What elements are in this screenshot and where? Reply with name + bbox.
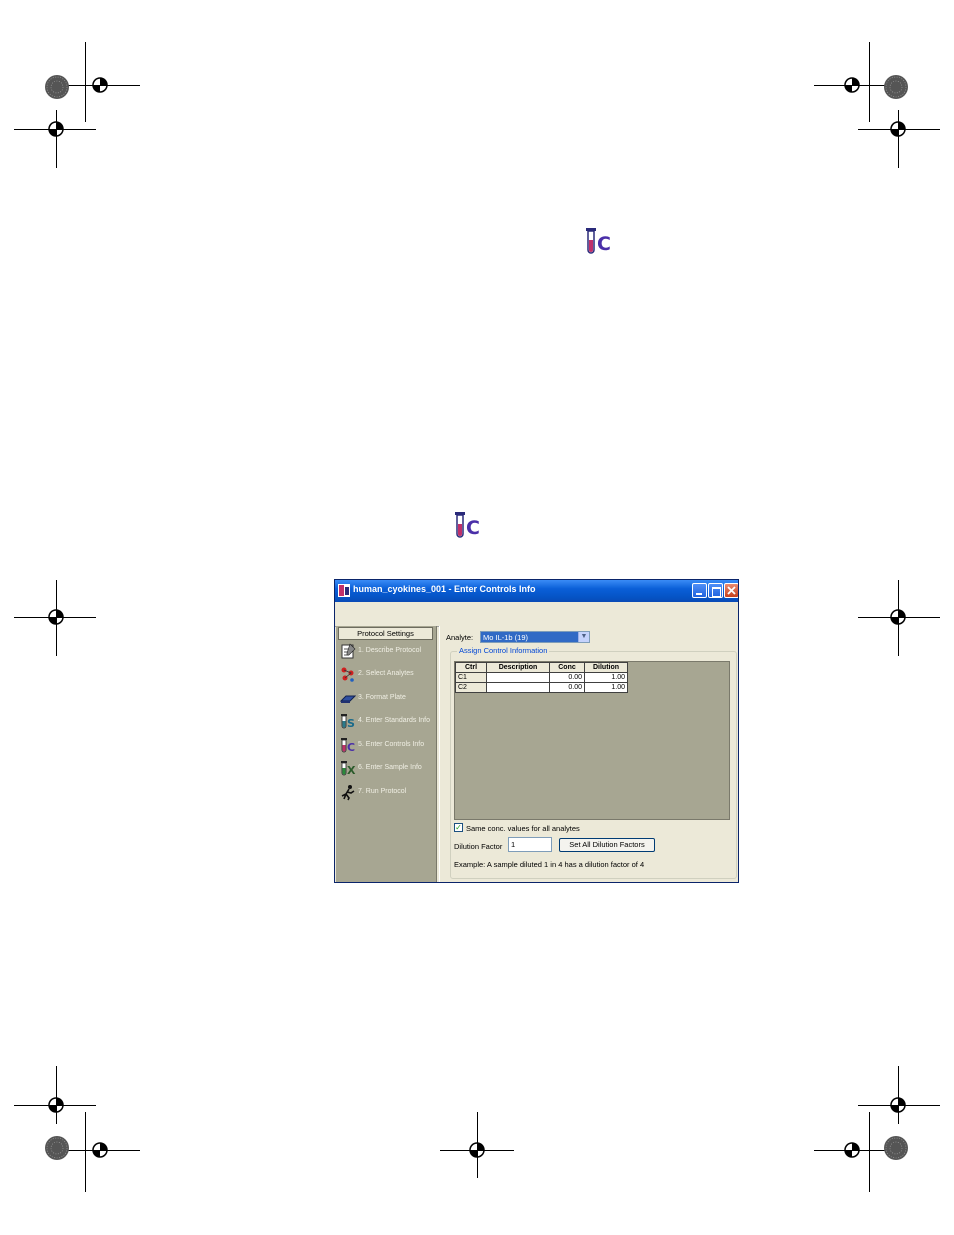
- starburst-icon: [884, 1136, 908, 1160]
- molecules-icon: [341, 667, 354, 682]
- dilution-cell[interactable]: 1.00: [584, 682, 628, 693]
- sidebar-item-format-plate[interactable]: 3. Format Plate: [340, 690, 436, 708]
- column-header-dilution[interactable]: Dilution: [584, 662, 628, 673]
- description-cell[interactable]: [486, 672, 550, 683]
- sidebar-item-label: 6. Enter Sample Info: [358, 764, 422, 771]
- crosshair-icon: [890, 609, 906, 625]
- group-title: Assign Control Information: [457, 646, 550, 655]
- same-conc-checkbox[interactable]: ✓: [454, 823, 463, 832]
- chevron-down-icon[interactable]: ▼: [578, 632, 589, 642]
- controls-tube-icon: C: [455, 512, 480, 539]
- description-cell[interactable]: [486, 682, 550, 693]
- crosshair-icon: [48, 121, 64, 137]
- sidebar-item-describe-protocol[interactable]: 1. Describe Protocol: [340, 643, 436, 661]
- example-text: Example: A sample diluted 1 in 4 has a d…: [454, 860, 645, 869]
- table-row: C1 0.00 1.00: [455, 672, 628, 683]
- controls-table: Ctrl Description Conc Dilution C1 0.00 1…: [455, 662, 628, 693]
- column-header-description[interactable]: Description: [486, 662, 550, 673]
- analyte-label: Analyte:: [446, 633, 474, 642]
- sidebar-item-label: 7. Run Protocol: [358, 788, 407, 795]
- controls-panel: Analyte: Mo IL-1b (19) ▼ Assign Control …: [439, 626, 738, 882]
- minimize-button[interactable]: [692, 583, 707, 598]
- maximize-button[interactable]: [708, 583, 723, 598]
- svg-text:C: C: [466, 517, 480, 539]
- crosshair-icon: [890, 121, 906, 137]
- sidebar-header: Protocol Settings: [338, 627, 433, 640]
- svg-text:S: S: [347, 717, 355, 730]
- dilution-factor-label: Dilution Factor: [454, 842, 503, 851]
- crosshair-icon: [844, 1142, 860, 1158]
- dilution-cell[interactable]: 1.00: [584, 672, 628, 683]
- conc-cell[interactable]: 0.00: [549, 682, 585, 693]
- protocol-sidebar: Protocol Settings 1. Describe Protocol 2…: [336, 626, 437, 882]
- title-bar[interactable]: human_cyokines_001 - Enter Controls Info: [335, 580, 738, 602]
- starburst-icon: [45, 1136, 69, 1160]
- plate-icon: [340, 695, 356, 703]
- sidebar-item-label: 3. Format Plate: [358, 694, 406, 701]
- close-button[interactable]: [724, 583, 738, 598]
- sidebar-item-label: 4. Enter Standards Info: [358, 717, 430, 724]
- crosshair-icon: [48, 1097, 64, 1113]
- notepad-icon: [341, 643, 356, 659]
- assign-control-group: Assign Control Information Ctrl Descript…: [450, 646, 737, 879]
- sidebar-item-enter-controls-info[interactable]: C 5. Enter Controls Info: [340, 737, 436, 755]
- sidebar-item-run-protocol[interactable]: 7. Run Protocol: [340, 784, 436, 802]
- starburst-icon: [884, 75, 908, 99]
- crosshair-icon: [48, 609, 64, 625]
- close-icon: [727, 586, 736, 595]
- starburst-icon: [45, 75, 69, 99]
- sidebar-item-enter-sample-info[interactable]: X 6. Enter Sample Info: [340, 760, 436, 778]
- standards-tube-icon: S: [341, 714, 355, 730]
- controls-grid: Ctrl Description Conc Dilution C1 0.00 1…: [454, 661, 730, 820]
- sidebar-item-label: 2. Select Analytes: [358, 670, 414, 677]
- column-header-conc[interactable]: Conc: [549, 662, 585, 673]
- controls-tube-icon: C: [586, 228, 611, 255]
- crosshair-icon: [469, 1142, 485, 1158]
- sidebar-item-label: 5. Enter Controls Info: [358, 741, 425, 748]
- runner-icon: [341, 785, 355, 801]
- crosshair-icon: [92, 77, 108, 93]
- svg-text:C: C: [597, 233, 611, 255]
- row-header: C1: [455, 672, 487, 683]
- sidebar-item-select-analytes[interactable]: 2. Select Analytes: [340, 666, 436, 684]
- menu-bar: [335, 602, 738, 627]
- analyte-dropdown[interactable]: Mo IL-1b (19) ▼: [480, 631, 590, 643]
- sidebar-item-label: 1. Describe Protocol: [358, 647, 422, 654]
- dilution-factor-input[interactable]: 1: [508, 837, 552, 852]
- crosshair-icon: [890, 1097, 906, 1113]
- crosshair-icon: [844, 77, 860, 93]
- window-title: human_cyokines_001 - Enter Controls Info: [353, 584, 536, 594]
- sample-tube-icon: X: [341, 761, 356, 777]
- svg-text:C: C: [347, 741, 355, 754]
- analyte-value: Mo IL-1b (19): [483, 633, 529, 642]
- crosshair-icon: [92, 1142, 108, 1158]
- set-all-dilution-factors-button[interactable]: Set All Dilution Factors: [559, 838, 655, 852]
- column-header-ctrl[interactable]: Ctrl: [455, 662, 487, 673]
- controls-info-window: human_cyokines_001 - Enter Controls Info…: [334, 579, 739, 883]
- table-row: C2 0.00 1.00: [455, 682, 628, 693]
- controls-tube-icon: C: [341, 738, 355, 754]
- sidebar-item-enter-standards-info[interactable]: S 4. Enter Standards Info: [340, 713, 436, 731]
- same-conc-label: Same conc. values for all analytes: [466, 824, 580, 833]
- row-header: C2: [455, 682, 487, 693]
- svg-text:X: X: [347, 764, 356, 777]
- conc-cell[interactable]: 0.00: [549, 672, 585, 683]
- app-icon: [338, 584, 350, 597]
